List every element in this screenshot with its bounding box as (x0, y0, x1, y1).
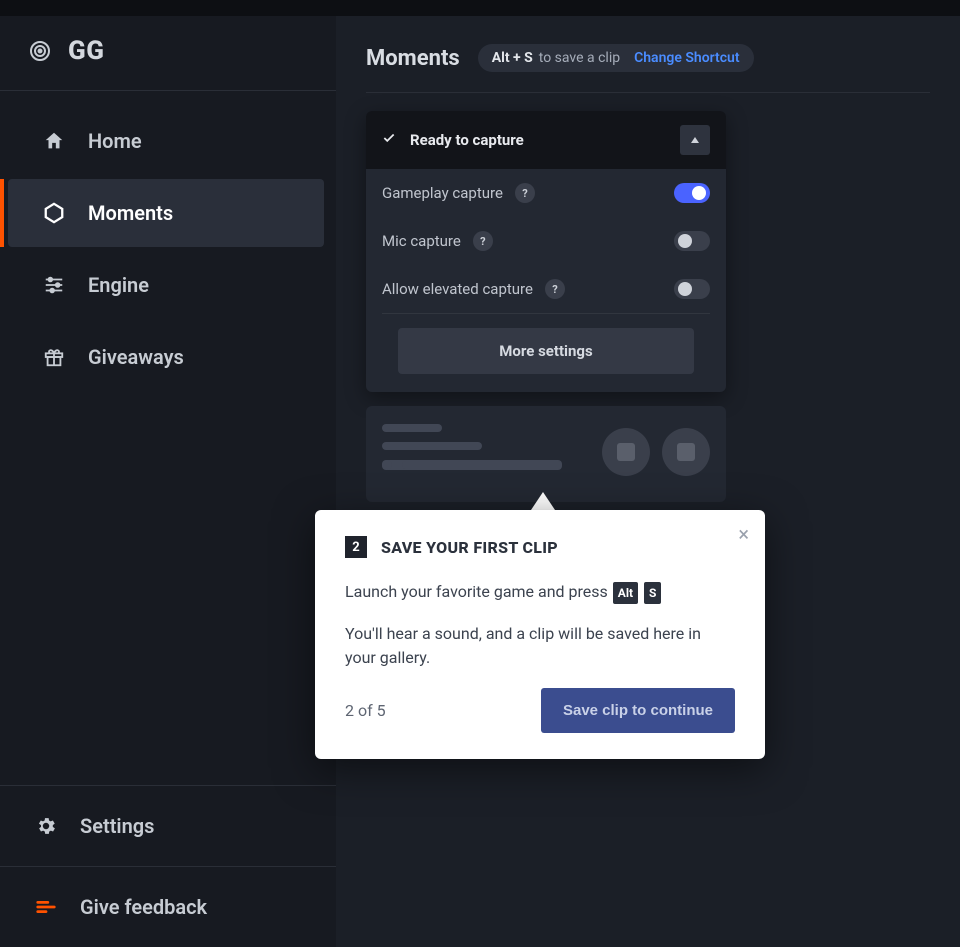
shortcut-text: to save a clip (539, 50, 620, 66)
popover-line1: Launch your favorite game and press (345, 582, 612, 601)
capture-row-label: Gameplay capture (382, 184, 503, 202)
capture-row-gameplay: Gameplay capture ? (366, 169, 726, 217)
sidebar-item-label: Engine (88, 273, 149, 297)
sliders-icon (42, 273, 66, 297)
sidebar-item-label: Settings (80, 814, 154, 838)
sidebar-item-label: Giveaways (88, 345, 184, 369)
gear-icon (34, 814, 58, 838)
brand-row: GG (0, 16, 336, 91)
capture-row-label: Mic capture (382, 232, 461, 250)
toggle-mic[interactable] (674, 231, 710, 251)
sidebar-bottom: Settings Give feedback (0, 785, 336, 947)
popover-line2: You'll hear a sound, and a clip will be … (345, 622, 735, 670)
step-counter: 2 of 5 (345, 701, 386, 720)
nav: Home Moments Engine Giveaways (0, 91, 336, 785)
gift-icon (42, 345, 66, 369)
sidebar-item-feedback[interactable]: Give feedback (0, 866, 336, 947)
shortcut-keys: Alt + S (492, 50, 533, 66)
sidebar-item-engine[interactable]: Engine (8, 251, 324, 319)
clip-placeholder-card (366, 406, 726, 502)
hexagon-icon (42, 201, 66, 225)
titlebar (0, 0, 960, 16)
help-icon[interactable]: ? (545, 279, 565, 299)
sidebar-item-giveaways[interactable]: Giveaways (8, 323, 324, 391)
steelseries-logo-icon (28, 39, 52, 63)
placeholder-action-2 (662, 428, 710, 476)
caret-up-icon (690, 135, 700, 145)
sidebar-item-home[interactable]: Home (8, 107, 324, 175)
sidebar-item-label: Moments (88, 201, 173, 225)
sidebar-item-label: Give feedback (80, 895, 207, 919)
popover-title: SAVE YOUR FIRST CLIP (381, 538, 558, 557)
capture-row-label: Allow elevated capture (382, 280, 533, 298)
more-settings-button[interactable]: More settings (398, 328, 694, 374)
toggle-elevated[interactable] (674, 279, 710, 299)
capture-panel: Ready to capture Gameplay capture ? Mic … (366, 111, 726, 392)
key-alt: Alt (613, 582, 638, 604)
toggle-gameplay[interactable] (674, 183, 710, 203)
collapse-button[interactable] (680, 125, 710, 155)
save-clip-button[interactable]: Save clip to continue (541, 688, 735, 733)
popover-body: Launch your favorite game and press Alt … (345, 580, 735, 670)
placeholder-lines (382, 424, 562, 480)
close-icon[interactable]: × (738, 524, 749, 544)
capture-status: Ready to capture (410, 131, 524, 149)
shortcut-hint: Alt + S to save a clip Change Shortcut (478, 44, 754, 72)
capture-header[interactable]: Ready to capture (366, 111, 726, 169)
sidebar-item-label: Home (88, 129, 142, 153)
key-s: S (644, 582, 661, 604)
placeholder-action-1 (602, 428, 650, 476)
sidebar: GG Home Moments Engine (0, 16, 336, 947)
popover-arrow-icon (531, 492, 555, 510)
change-shortcut-link[interactable]: Change Shortcut (634, 50, 739, 66)
home-icon (42, 129, 66, 153)
sidebar-item-settings[interactable]: Settings (0, 786, 336, 866)
capture-row-mic: Mic capture ? (366, 217, 726, 265)
header: Moments Alt + S to save a clip Change Sh… (366, 44, 930, 93)
check-icon (382, 131, 396, 149)
capture-row-elevated: Allow elevated capture ? (366, 265, 726, 313)
page-title: Moments (366, 46, 460, 71)
feedback-icon (34, 895, 58, 919)
help-icon[interactable]: ? (473, 231, 493, 251)
sidebar-item-moments[interactable]: Moments (8, 179, 324, 247)
brand-text: GG (68, 36, 104, 66)
main: Moments Alt + S to save a clip Change Sh… (336, 16, 960, 947)
step-badge: 2 (345, 536, 367, 558)
onboarding-popover: × 2 SAVE YOUR FIRST CLIP Launch your fav… (315, 502, 765, 759)
help-icon[interactable]: ? (515, 183, 535, 203)
